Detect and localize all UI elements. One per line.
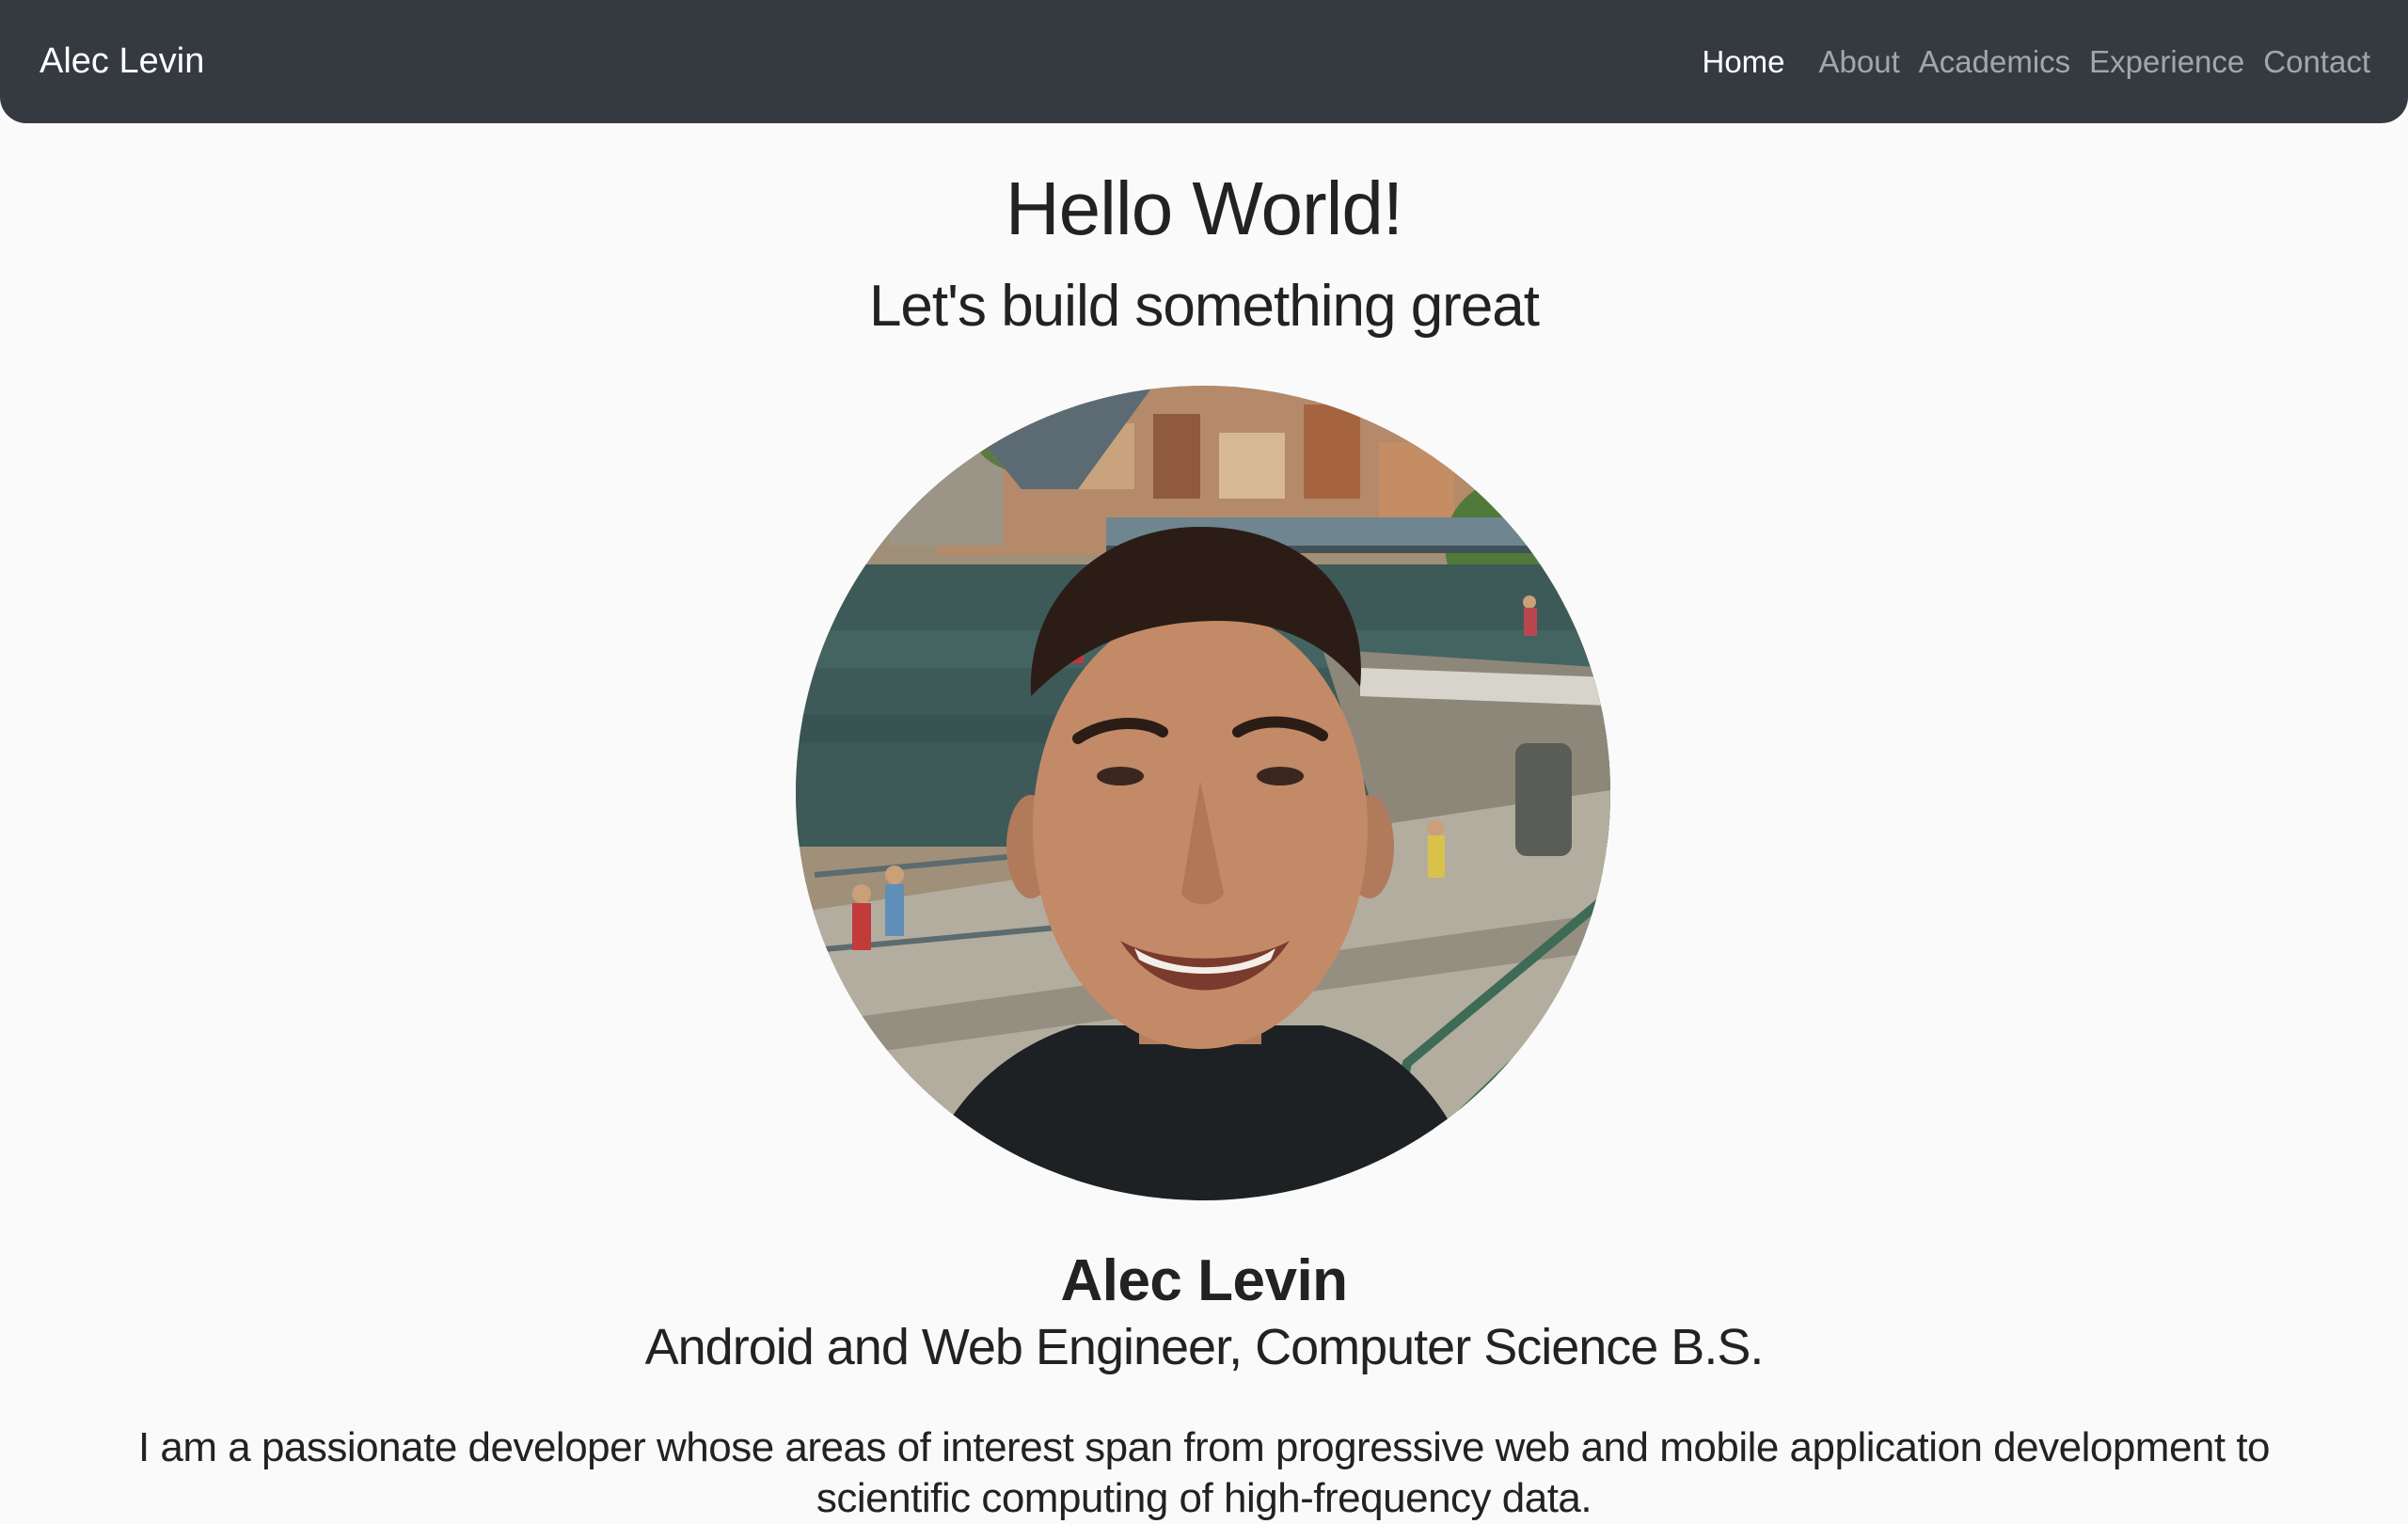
navbar: Alec Levin Home About Academics Experien…	[0, 0, 2408, 123]
hero-title: Hello World!	[1005, 167, 1403, 250]
nav-link-academics[interactable]: Academics	[1919, 44, 2070, 80]
nav-link-home[interactable]: Home	[1702, 44, 1784, 80]
nav-link-contact[interactable]: Contact	[2263, 44, 2370, 80]
nav-link-about[interactable]: About	[1819, 44, 1900, 80]
brand-link[interactable]: Alec Levin	[40, 0, 204, 123]
profile-photo	[796, 386, 1610, 1200]
hero-subtitle: Let's build something great	[868, 274, 1540, 339]
profile-name: Alec Levin	[1060, 1248, 1348, 1313]
profile-role: Android and Web Engineer, Computer Scien…	[644, 1319, 1765, 1375]
nav-link-experience[interactable]: Experience	[2089, 44, 2244, 80]
profile-bio: I am a passionate developer whose areas …	[137, 1424, 2271, 1521]
nav-links: Home About Academics Experience Contact	[1683, 0, 2370, 123]
